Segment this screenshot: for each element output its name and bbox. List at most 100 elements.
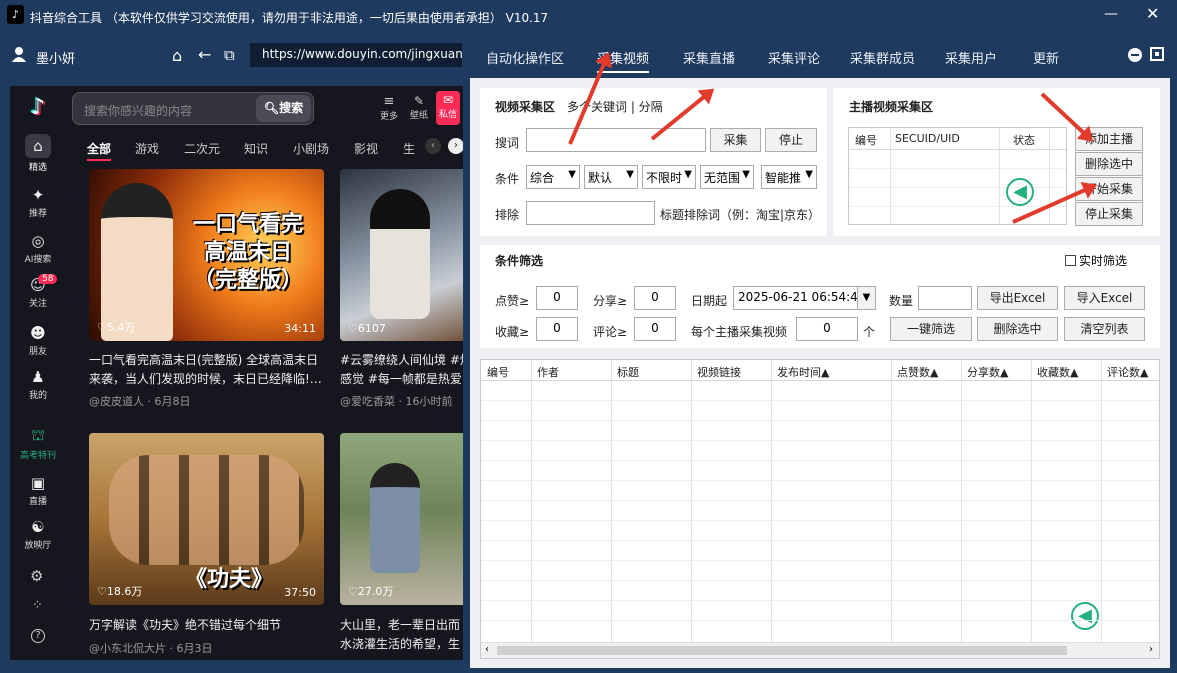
nav-tab[interactable]: 自动化操作区 xyxy=(486,48,564,67)
comment-input[interactable]: 0 xyxy=(634,317,676,341)
time-select[interactable]: 不限时 ▼ xyxy=(642,165,696,189)
sidebar-item[interactable]: ⛫ 高考特刊 xyxy=(10,426,66,461)
nav-tab[interactable]: 采集用户 xyxy=(945,48,997,67)
delete-selected-button[interactable]: 删除选中 xyxy=(1075,152,1143,176)
export-excel-button[interactable]: 导出Excel xyxy=(977,286,1058,310)
back-icon[interactable]: ← xyxy=(198,45,211,64)
menu-icon: ≡ xyxy=(383,94,395,109)
sidebar-item[interactable]: ◎ AI搜索 xyxy=(10,232,66,265)
video-card-thumbnail[interactable]: ♡27.0万 xyxy=(340,433,463,605)
column-header[interactable]: 收藏数▲ xyxy=(1037,364,1078,380)
sidebar-item[interactable]: ☯ 放映厅 xyxy=(10,518,66,551)
checkbox-icon[interactable] xyxy=(1065,255,1076,266)
column-header[interactable]: 编号 xyxy=(487,364,509,380)
import-excel-button[interactable]: 导入Excel xyxy=(1064,286,1145,310)
sidebar-item[interactable]: ✦ 推荐 xyxy=(10,186,66,219)
like-input[interactable]: 0 xyxy=(536,286,578,310)
category-tab[interactable]: 全部 xyxy=(87,140,112,161)
video-title[interactable]: 大山里，老一辈日出而 水浇灌生活的希望，生 xyxy=(340,616,463,654)
category-tab[interactable]: 生 xyxy=(403,140,415,157)
qrcode-icon[interactable] xyxy=(1150,47,1164,61)
keyword-input[interactable] xyxy=(526,128,706,152)
video-title[interactable]: 万字解读《功夫》绝不错过每个细节 xyxy=(89,616,329,635)
douyin-webview[interactable]: ♪ 搜索你感兴趣的内容 🔍︎搜索 ≡ 更多 ✎ 壁纸 ✉ 私信 ⌂ 精选 ✦ 推荐 ◎ AI搜索… xyxy=(10,86,463,660)
chevron-down-icon: ▼ xyxy=(684,169,692,180)
video-overlay-text: 一口气看完 高温末日 （完整版） xyxy=(192,212,303,293)
video-card-thumbnail[interactable]: 《功夫》 ♡18.6万 37:50 xyxy=(89,433,324,605)
video-title[interactable]: 一口气看完高温末日(完整版) 全球高温末日 来袭，当人们发现的时候，末日已经降临!… xyxy=(89,351,329,389)
scrollbar-thumb[interactable] xyxy=(497,646,1067,655)
minus-circle-icon[interactable] xyxy=(1128,48,1142,62)
exclude-input[interactable] xyxy=(526,201,655,225)
sidebar-icon: ☯ xyxy=(31,518,45,536)
smart-select[interactable]: 智能推 ▼ xyxy=(761,165,817,189)
home-icon[interactable]: ⌂ xyxy=(172,46,182,65)
category-tab[interactable]: 二次元 xyxy=(184,140,220,157)
video-card-thumbnail[interactable]: ♡6107 xyxy=(340,169,463,341)
stop-button[interactable]: 停止 xyxy=(765,128,817,152)
count-label: 数量 xyxy=(889,294,914,308)
more-button[interactable]: ≡ 更多 xyxy=(377,94,401,122)
url-bar[interactable]: https://www.douyin.com/jingxuan xyxy=(250,43,462,67)
sidebar-item[interactable]: ☻ 朋友 xyxy=(10,324,66,357)
category-tab[interactable]: 小剧场 xyxy=(293,140,329,157)
column-header[interactable]: 标题 xyxy=(617,364,639,380)
message-button[interactable]: ✉ 私信 xyxy=(436,91,460,125)
results-table[interactable]: 编号 作者 标题 视频链接 发布时间▲ 点赞数▲ 分享数▲ 收藏数▲ 评论数▲ ◀ ‹ › xyxy=(480,359,1160,659)
sidebar-icon: ☻ xyxy=(30,324,46,342)
wallpaper-button[interactable]: ✎ 壁纸 xyxy=(406,94,432,121)
green-back-icon[interactable]: ◀ xyxy=(1071,602,1099,630)
nav-tab[interactable]: 采集评论 xyxy=(768,48,820,67)
scroll-right-icon[interactable]: › xyxy=(1149,644,1153,655)
sidebar-item[interactable]: ⌂ 精选 xyxy=(10,134,66,173)
category-prev-icon[interactable]: ‹ xyxy=(425,138,441,154)
sidebar-item[interactable]: ♟ 我的 xyxy=(10,368,66,401)
column-header[interactable]: 视频链接 xyxy=(697,364,741,380)
range-select[interactable]: 无范围 ▼ xyxy=(700,165,754,189)
column-header[interactable]: 评论数▲ xyxy=(1107,364,1148,380)
scroll-left-icon[interactable]: ‹ xyxy=(485,644,489,655)
search-input[interactable]: 搜索你感兴趣的内容 🔍︎搜索 xyxy=(72,92,314,125)
column-header[interactable]: 点赞数▲ xyxy=(897,364,938,380)
chevron-down-icon: ▼ xyxy=(805,169,813,180)
title-bar: ♪ 抖音综合工具 （本软件仅供学习交流使用，请勿用于非法用途，一切后果由使用者承… xyxy=(0,0,1177,34)
horizontal-scrollbar[interactable]: ‹ › xyxy=(481,642,1159,658)
delete-selected-button[interactable]: 删除选中 xyxy=(977,317,1058,341)
nav-tab[interactable]: 更新 xyxy=(1033,48,1059,67)
sort-select[interactable]: 综合 ▼ xyxy=(526,165,580,189)
search-button[interactable]: 🔍︎搜索 xyxy=(256,95,311,122)
search-icon: 🔍︎ xyxy=(263,101,280,115)
settings-icon[interactable]: ⚙ xyxy=(30,567,43,585)
sidebar-item[interactable]: ▣ 直播 xyxy=(10,474,66,507)
date-picker[interactable]: 2025-06-21 06:54:42 ▼ xyxy=(733,286,876,310)
onekey-filter-button[interactable]: 一键筛选 xyxy=(890,317,972,341)
order-select[interactable]: 默认 ▼ xyxy=(584,165,638,189)
douyin-logo-icon[interactable]: ♪ xyxy=(24,94,52,122)
category-tab[interactable]: 游戏 xyxy=(135,140,159,157)
share-input[interactable]: 0 xyxy=(634,286,676,310)
copy-icon[interactable]: ⧉ xyxy=(224,46,235,64)
help-icon[interactable]: ? xyxy=(31,629,45,643)
clear-list-button[interactable]: 清空列表 xyxy=(1064,317,1145,341)
collect-button[interactable]: 采集 xyxy=(710,128,761,152)
video-card-thumbnail[interactable]: 一口气看完 高温末日 （完整版） ♡5.4万 34:11 xyxy=(89,169,324,341)
per-anchor-input[interactable]: 0 xyxy=(796,317,858,341)
apps-icon[interactable]: ⁘ xyxy=(32,598,43,613)
nav-tab[interactable]: 采集群成员 xyxy=(850,48,915,67)
count-input[interactable] xyxy=(918,286,972,310)
close-icon[interactable]: ✕ xyxy=(1146,4,1159,23)
stop-collect-button[interactable]: 停止采集 xyxy=(1075,202,1143,226)
fav-input[interactable]: 0 xyxy=(536,317,578,341)
nav-tab[interactable]: 采集直播 xyxy=(683,48,735,67)
column-header[interactable]: 作者 xyxy=(537,364,559,380)
chevron-down-icon[interactable]: ▼ xyxy=(857,287,875,309)
realtime-checkbox[interactable]: 实时筛选 xyxy=(1065,252,1127,269)
minimize-icon[interactable]: — xyxy=(1104,6,1118,22)
column-header[interactable]: 发布时间▲ xyxy=(777,364,829,380)
video-title[interactable]: #云雾缭绕人间仙境 #烟 感觉 #每一帧都是热爱 xyxy=(340,351,463,389)
category-next-icon[interactable]: › xyxy=(448,138,463,154)
panel-title: 主播视频采集区 xyxy=(849,100,934,114)
category-tab[interactable]: 影视 xyxy=(354,140,378,157)
category-tab[interactable]: 知识 xyxy=(244,140,268,157)
column-header[interactable]: 分享数▲ xyxy=(967,364,1008,380)
